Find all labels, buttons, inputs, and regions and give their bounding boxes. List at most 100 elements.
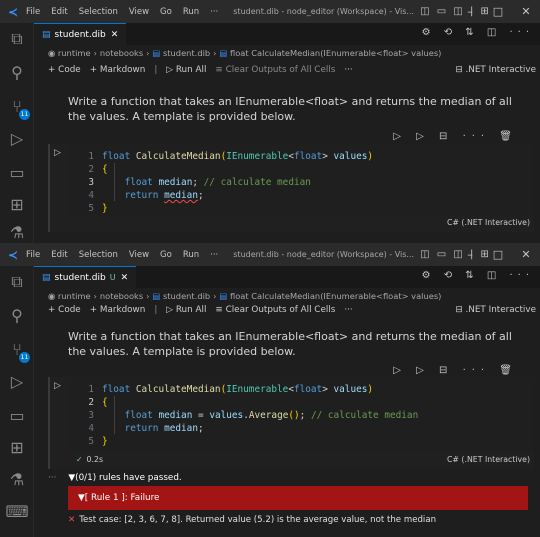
breadcrumb-item[interactable]: runtime	[58, 291, 91, 301]
notebook-file-icon: ▤	[42, 29, 51, 40]
output-summary: ··· ▼(0/1) rules have passed.	[48, 473, 182, 483]
code-line: 2{	[88, 397, 108, 408]
menu-go[interactable]: Go	[160, 250, 172, 260]
add-markdown-button[interactable]: + Markdown	[90, 305, 146, 315]
menu-more[interactable]: ···	[210, 250, 218, 260]
cell-language-picker[interactable]: C# (.NET Interactive)	[447, 455, 530, 464]
run-debug-icon[interactable]: ▷	[0, 372, 34, 391]
run-all-button[interactable]: ▷ Run All	[166, 305, 206, 315]
error-icon: ✕	[68, 515, 76, 525]
code-line: 5}	[88, 203, 108, 214]
tab-student-dib[interactable]: ▤ student.dib U ✕	[34, 266, 137, 288]
menu-more[interactable]: ···	[210, 7, 218, 17]
search-icon[interactable]: ⚲	[0, 63, 34, 82]
tab-student-dib[interactable]: ▤ student.dib ✕	[34, 23, 127, 45]
vscode-logo-icon: ≺	[7, 247, 19, 262]
clear-outputs-button[interactable]: ≡ Clear Outputs of All Cells	[215, 65, 335, 75]
source-control-badge: 11	[19, 352, 30, 363]
run-cell-icon[interactable]: ▷	[54, 381, 61, 391]
test-case-result: ✕ Test case: [2, 3, 6, 7, 8]. Returned va…	[68, 515, 437, 525]
menu-edit[interactable]: Edit	[51, 7, 67, 17]
add-code-button[interactable]: + Code	[48, 305, 81, 315]
more-actions-button[interactable]: ···	[344, 65, 352, 75]
remote-explorer-icon[interactable]: ▭	[0, 163, 34, 182]
maximize-button[interactable]: □	[484, 248, 512, 261]
notebook-toolbar: + Code + Markdown | ▷ Run All ≡ Clear Ou…	[48, 65, 536, 75]
search-icon[interactable]: ⚲	[0, 306, 34, 325]
menu-run[interactable]: Run	[183, 7, 199, 17]
menu-selection[interactable]: Selection	[79, 7, 118, 17]
activity-bar: ⧉ ⚲ ⑂ 11 ▷ ▭ ⊞ ⚗	[0, 23, 34, 243]
run-all-button[interactable]: ▷ Run All	[166, 65, 206, 75]
more-actions-button[interactable]: ···	[344, 305, 352, 315]
close-window-button[interactable]: ✕	[512, 248, 540, 261]
run-cell-icon[interactable]: ▷	[54, 148, 61, 158]
notebook-file-icon: ▤	[42, 272, 51, 283]
breadcrumb-item[interactable]: student.dib	[163, 48, 210, 58]
breadcrumb-item[interactable]: float CalculateMedian(IEnumerable<float>…	[230, 291, 441, 301]
menu-file[interactable]: File	[26, 250, 40, 260]
close-tab-button[interactable]: ✕	[111, 30, 119, 40]
activity-bar: ⧉ ⚲ ⑂ 11 ▷ ▭ ⊞ ⚗ ⌨ ⟡	[0, 266, 34, 537]
extensions-icon[interactable]: ⊞	[0, 195, 34, 214]
menu-view[interactable]: View	[129, 7, 149, 17]
add-markdown-button[interactable]: + Markdown	[90, 65, 146, 75]
vscode-logo-icon: ≺	[7, 4, 19, 19]
run-debug-icon[interactable]: ▷	[0, 129, 34, 148]
breadcrumb-target-icon: ◉	[48, 291, 56, 301]
code-cell[interactable]: ▷ 1 float CalculateMedian(IEnumerable<flo…	[48, 377, 534, 469]
menu-view[interactable]: View	[129, 250, 149, 260]
code-line: 5}	[88, 436, 108, 447]
vscode-window-after: ≺ File Edit Selection View Go Run ··· student.…	[0, 243, 540, 537]
cell-language-picker[interactable]: C# (.NET Interactive)	[447, 218, 530, 227]
files-icon[interactable]: ⧉	[0, 272, 34, 292]
minimize-button[interactable]: –	[456, 5, 484, 18]
menu-run[interactable]: Run	[183, 250, 199, 260]
close-window-button[interactable]: ✕	[512, 5, 540, 18]
extensions-icon[interactable]: ⊞	[0, 438, 34, 457]
remote-explorer-icon[interactable]: ▭	[0, 406, 34, 425]
markdown-cell[interactable]: Write a function that takes an IEnumerab…	[68, 94, 530, 124]
cell-toolbar[interactable]: ▷ ▷ ⊟ ··· 🗑	[393, 365, 518, 376]
markdown-cell[interactable]: Write a function that takes an IEnumerab…	[68, 329, 530, 359]
code-editor[interactable]: 1 float CalculateMedian(IEnumerable<float…	[70, 377, 534, 453]
files-icon[interactable]: ⧉	[0, 29, 34, 49]
testing-icon[interactable]: ⚗	[0, 223, 34, 242]
code-line: 2{	[88, 164, 108, 175]
editor-actions[interactable]: ⚙ ⟲ ⇅ ◫ ···	[422, 27, 534, 38]
menu-go[interactable]: Go	[160, 7, 172, 17]
breadcrumb-item[interactable]: student.dib	[163, 291, 210, 301]
menu-selection[interactable]: Selection	[79, 250, 118, 260]
execution-time: 0.2s	[86, 455, 104, 464]
editor-tabs: ▤ student.dib ✕ ⚙ ⟲ ⇅ ◫ ···	[34, 23, 540, 45]
clear-outputs-button[interactable]: ≡ Clear Outputs of All Cells	[215, 305, 335, 315]
notebook-toolbar: + Code + Markdown | ▷ Run All ≡ Clear Ou…	[48, 305, 536, 315]
rule-failure-header[interactable]: ▼[ Rule 1 ]: Failure	[68, 486, 528, 510]
editor-actions[interactable]: ⚙ ⟲ ⇅ ◫ ···	[422, 270, 534, 281]
breadcrumb-item[interactable]: notebooks	[100, 291, 143, 301]
breadcrumb-item[interactable]: runtime	[58, 48, 91, 58]
code-line: 4 return median;	[88, 190, 204, 201]
minimize-button[interactable]: –	[456, 248, 484, 261]
close-tab-button[interactable]: ✕	[121, 273, 129, 283]
breadcrumb-item[interactable]: float CalculateMedian(IEnumerable<float>…	[230, 48, 441, 58]
maximize-button[interactable]: □	[484, 5, 512, 18]
output-actions-icon[interactable]: ···	[48, 473, 56, 483]
menu-file[interactable]: File	[26, 7, 40, 17]
code-line: 4 return median;	[88, 423, 204, 434]
breadcrumb-item[interactable]: notebooks	[100, 48, 143, 58]
kernel-icon: ⊟	[455, 305, 466, 315]
polyglot-icon[interactable]: ⟡	[0, 532, 34, 537]
execution-status: ✓ 0.2s	[76, 455, 103, 464]
cell-toolbar[interactable]: ▷ ▷ ⊟ ··· 🗑	[393, 131, 518, 142]
kernel-picker[interactable]: ⊟ .NET Interactive	[455, 305, 536, 315]
terminal-icon[interactable]: ⌨	[0, 502, 34, 521]
tab-label: student.dib	[54, 272, 106, 283]
code-editor[interactable]: 1 float CalculateMedian(IEnumerable<float…	[70, 144, 534, 216]
code-cell[interactable]: ▷ 1 float CalculateMedian(IEnumerable<flo…	[48, 144, 534, 232]
add-code-button[interactable]: + Code	[48, 65, 81, 75]
testing-icon[interactable]: ⚗	[0, 470, 34, 489]
kernel-picker[interactable]: ⊟ .NET Interactive	[455, 65, 536, 75]
breadcrumb-target-icon: ◉	[48, 48, 56, 58]
menu-edit[interactable]: Edit	[51, 250, 67, 260]
